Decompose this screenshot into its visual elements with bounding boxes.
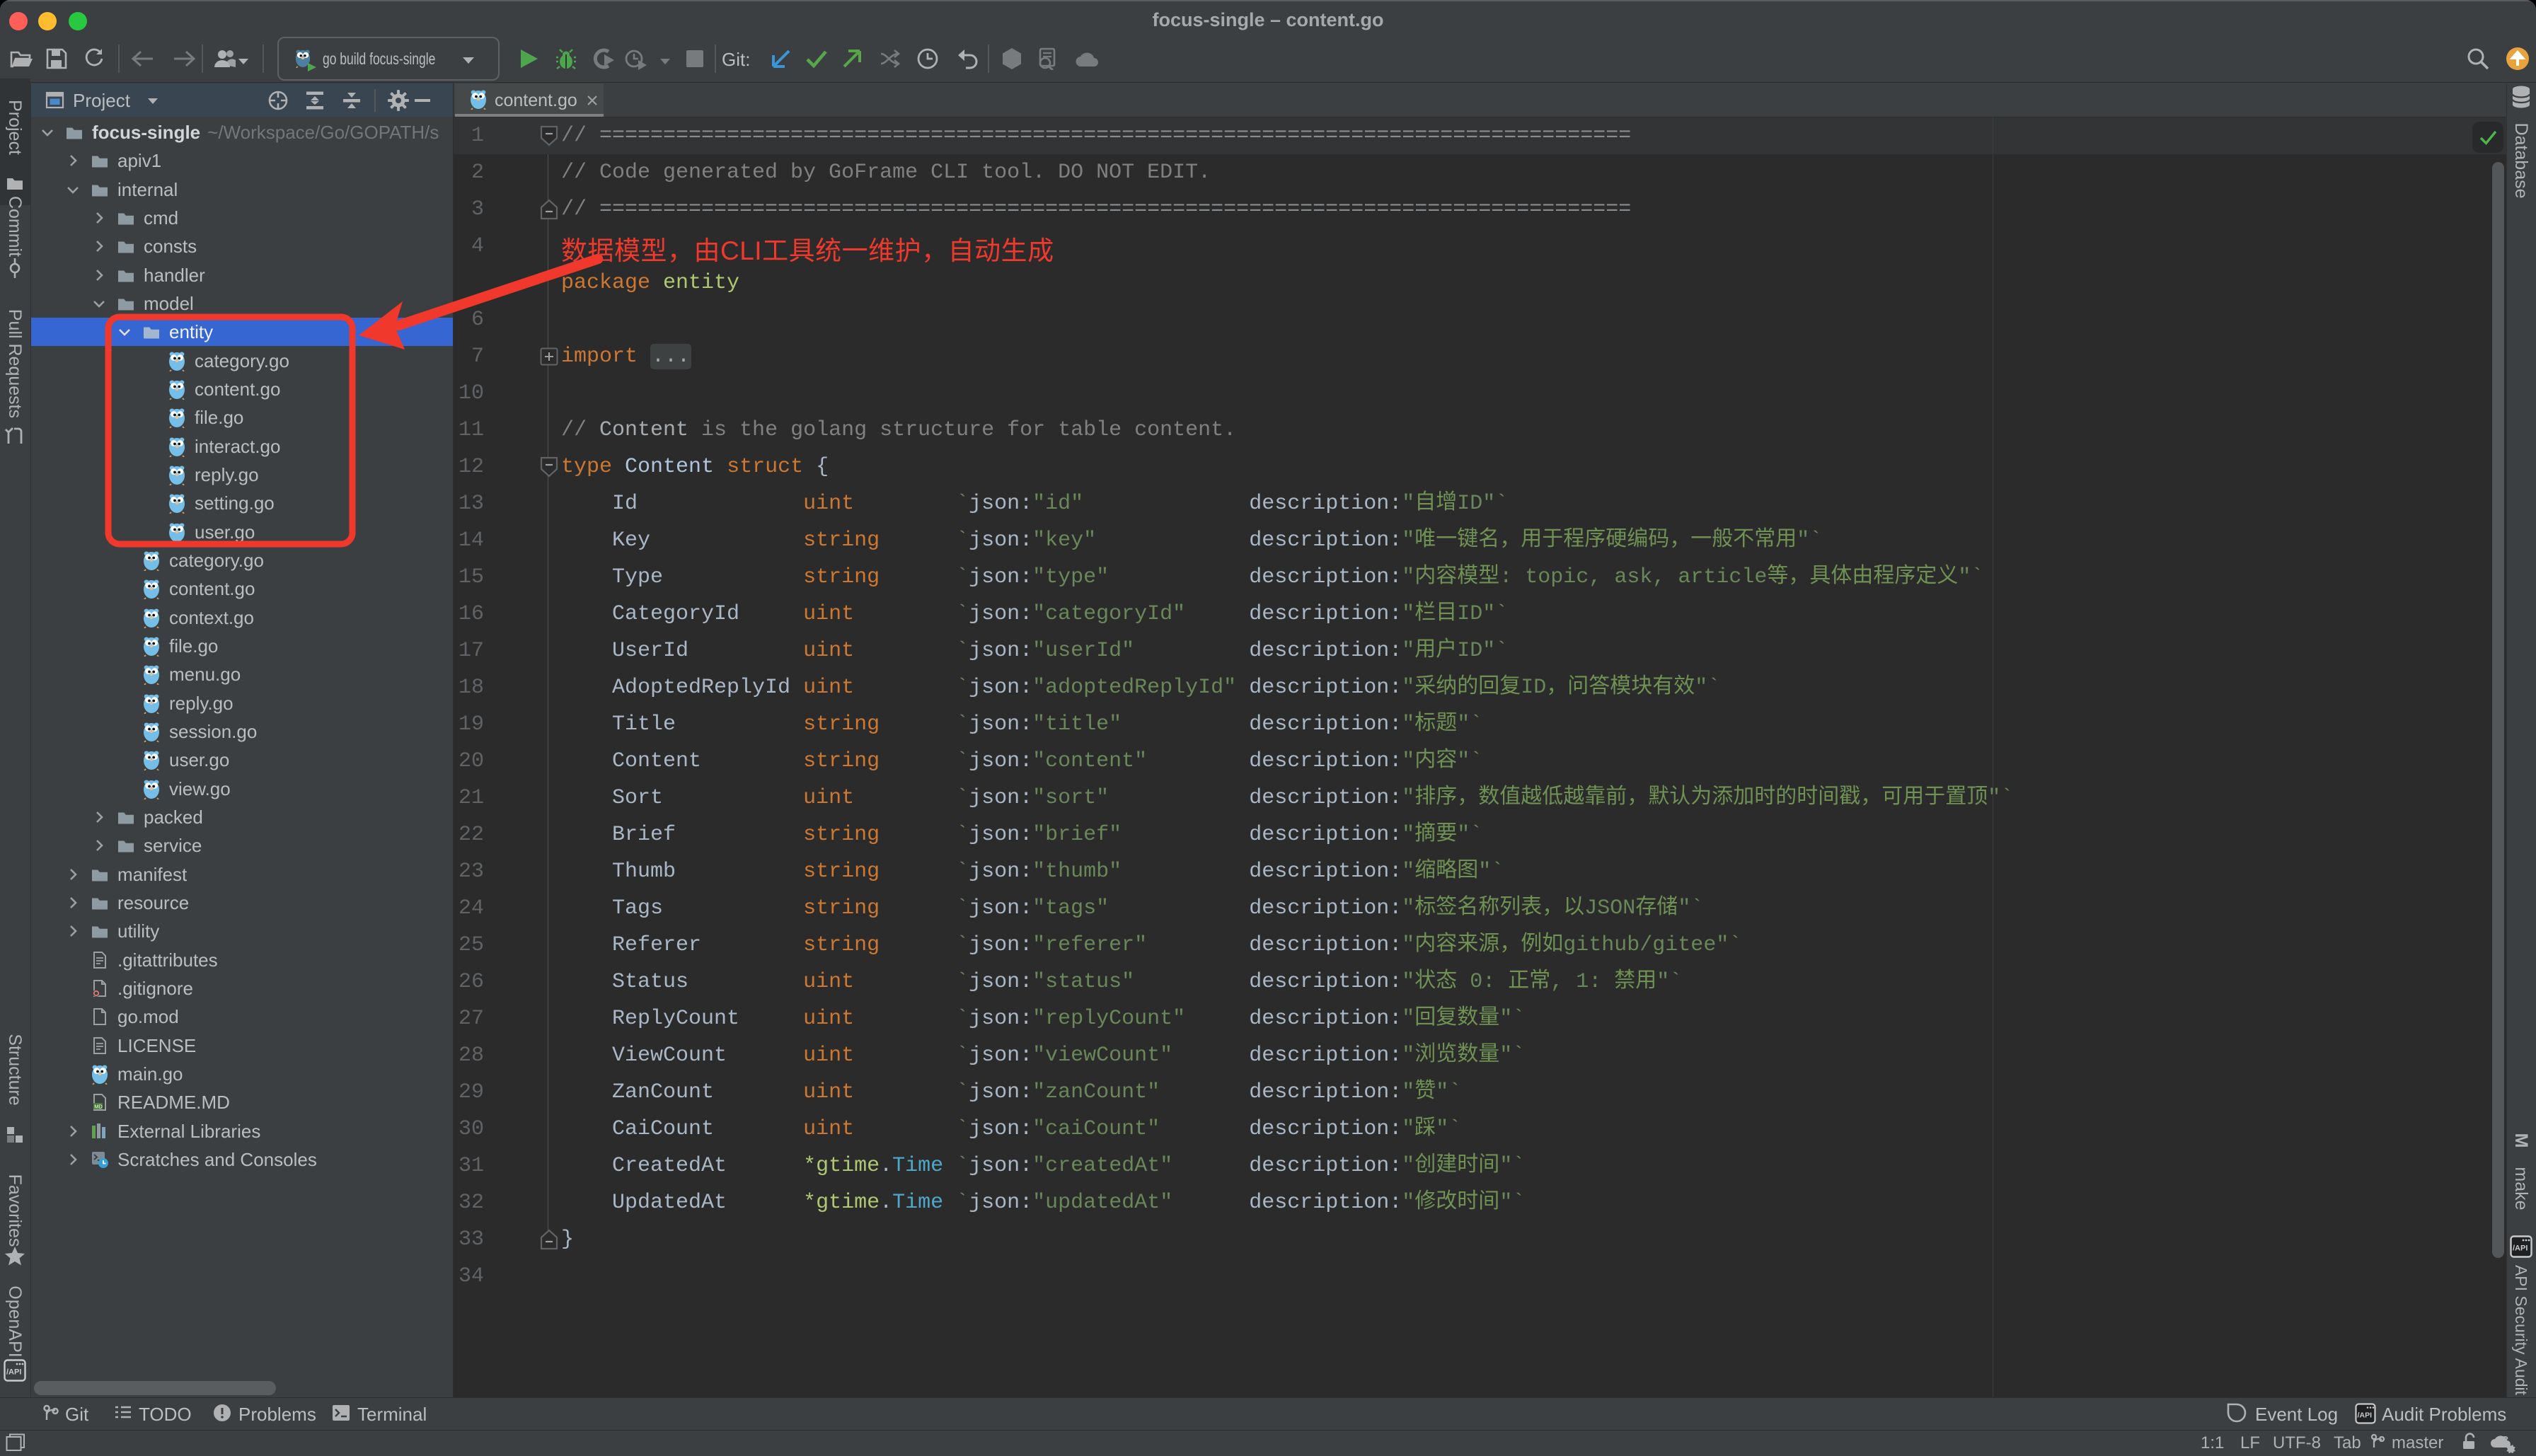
svg-text:/API: /API [2358,1411,2373,1420]
svg-text:MD: MD [94,1104,103,1110]
svg-text:/API: /API [6,1368,21,1377]
svg-text:/API: /API [2513,1244,2528,1253]
svg-text:?: ? [2502,1434,2508,1446]
